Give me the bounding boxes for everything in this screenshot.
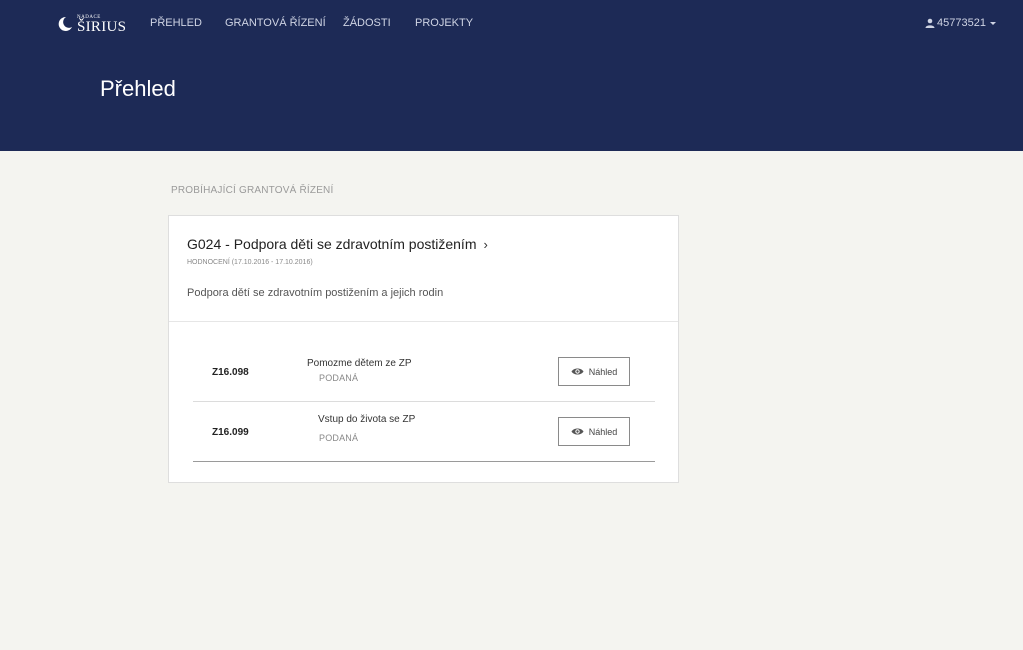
application-row: Z16.098 Pomozme dětem ze ZP PODANÁ Náhle… [193, 342, 655, 402]
grant-description: Podpora dětí se zdravotním postižením a … [187, 287, 444, 299]
nav-item-zadosti[interactable]: ŽÁDOSTI [343, 17, 391, 29]
eye-icon [571, 368, 584, 375]
moon-logo-icon [58, 16, 72, 31]
section-label: PROBÍHAJÍCÍ GRANTOVÁ ŘÍZENÍ [171, 185, 334, 196]
preview-button[interactable]: Náhled [558, 357, 630, 386]
sirius-logo[interactable]: NADACE ŠIRIUS [55, 12, 127, 36]
preview-button-label: Náhled [588, 426, 618, 437]
grant-title-link[interactable]: G024 - Podpora děti se zdravotním postiž… [187, 236, 488, 252]
logo-big-text: ŠIRIUS [77, 19, 127, 35]
grant-card: G024 - Podpora děti se zdravotním postiž… [168, 215, 679, 483]
application-name: Vstup do života se ZP [318, 414, 416, 425]
grant-title: G024 - Podpora děti se zdravotním postiž… [187, 236, 477, 252]
chevron-right-icon: › [483, 236, 488, 252]
application-status: PODANÁ [319, 373, 359, 383]
application-name: Pomozme dětem ze ZP [307, 358, 412, 369]
application-status: PODANÁ [319, 433, 359, 443]
eye-icon [571, 428, 584, 435]
page-title: Přehled [100, 76, 176, 101]
nav-item-grantova-rizeni[interactable]: GRANTOVÁ ŘÍZENÍ [225, 17, 326, 29]
application-row: Z16.099 Vstup do života se ZP PODANÁ Náh… [193, 402, 655, 462]
application-code: Z16.098 [212, 367, 249, 378]
nav-item-prehled[interactable]: PŘEHLED [150, 17, 202, 29]
preview-button[interactable]: Náhled [558, 417, 630, 446]
application-code: Z16.099 [212, 427, 249, 438]
user-icon [925, 18, 935, 28]
top-header: NADACE ŠIRIUS PŘEHLED GRANTOVÁ ŘÍZENÍ ŽÁ… [0, 0, 1023, 151]
grant-card-header: G024 - Podpora děti se zdravotním postiž… [169, 216, 678, 322]
preview-button-label: Náhled [588, 366, 618, 377]
nav-item-projekty[interactable]: PROJEKTY [415, 17, 473, 29]
user-menu[interactable]: 45773521 [925, 17, 998, 29]
grant-phase: HODNOCENÍ (17.10.2016 - 17.10.2016) [187, 259, 313, 266]
user-id: 45773521 [937, 17, 986, 29]
caret-down-icon [989, 22, 996, 25]
